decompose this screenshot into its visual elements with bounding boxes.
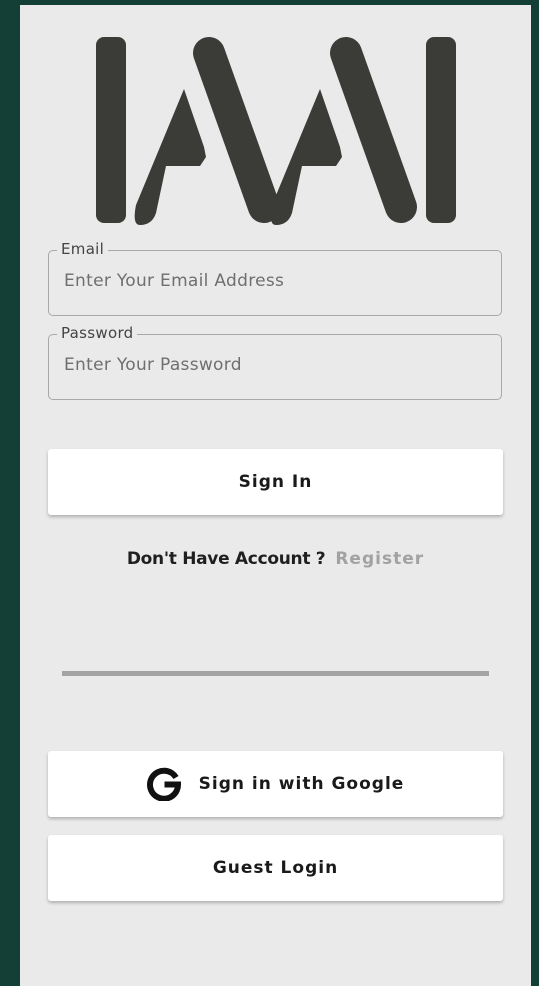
register-link[interactable]: Register (335, 549, 424, 569)
sign-in-label: Sign In (238, 472, 313, 492)
email-label: Email (57, 240, 109, 258)
register-row: Don't Have Account ? Register (20, 549, 531, 569)
sign-in-button[interactable]: Sign In (48, 449, 503, 515)
google-sign-in-label: Sign in with Google (198, 774, 405, 794)
login-panel: Email Password Sign In Don't Have Accoun… (20, 5, 531, 986)
divider (62, 671, 489, 676)
google-g-icon (146, 767, 181, 801)
google-sign-in-button[interactable]: Sign in with Google (48, 751, 503, 817)
iaai-logo (96, 37, 456, 225)
email-field[interactable]: Email (48, 240, 502, 316)
register-question: Don't Have Account ? (126, 549, 326, 569)
password-field[interactable]: Password (48, 324, 502, 400)
guest-login-label: Guest Login (212, 858, 339, 878)
password-label: Password (57, 324, 138, 342)
guest-login-button[interactable]: Guest Login (48, 835, 503, 901)
email-input[interactable] (64, 271, 484, 291)
password-input[interactable] (64, 355, 484, 375)
